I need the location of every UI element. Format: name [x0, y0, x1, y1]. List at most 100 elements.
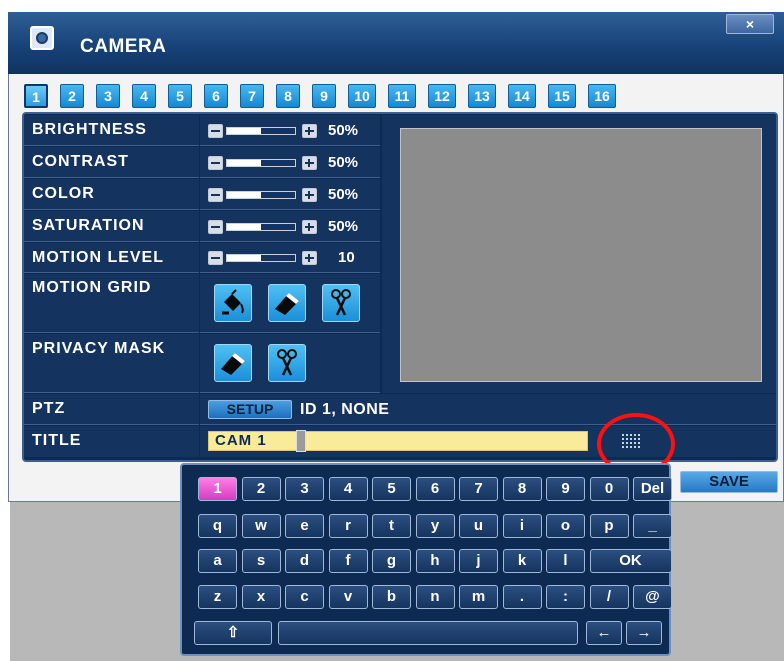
key-underscore[interactable]: _	[633, 514, 672, 538]
brightness-label: BRIGHTNESS	[24, 115, 199, 146]
saturation-increase-button[interactable]	[302, 220, 317, 234]
key-w[interactable]: w	[241, 514, 281, 538]
tab-channel-15[interactable]: 15	[548, 84, 576, 108]
ok-key[interactable]: OK	[589, 549, 672, 573]
key-at[interactable]: @	[633, 585, 672, 609]
key-b[interactable]: b	[372, 585, 411, 609]
text-cursor	[296, 430, 306, 452]
key-t[interactable]: t	[372, 514, 411, 538]
eraser-icon[interactable]	[214, 344, 252, 382]
key-0[interactable]: 0	[589, 477, 629, 501]
motion-level-increase-button[interactable]	[302, 251, 317, 265]
tab-channel-7[interactable]: 7	[240, 84, 264, 108]
key-x[interactable]: x	[241, 585, 281, 609]
key-period[interactable]: .	[502, 585, 542, 609]
tab-channel-6[interactable]: 6	[204, 84, 228, 108]
key-3[interactable]: 3	[285, 477, 324, 501]
key-4[interactable]: 4	[328, 477, 368, 501]
contrast-slider[interactable]	[226, 159, 296, 167]
key-z[interactable]: z	[198, 585, 237, 609]
key-7[interactable]: 7	[459, 477, 498, 501]
key-m[interactable]: m	[459, 585, 498, 609]
virtual-keyboard: 1 2 3 4 5 6 7 8 9 0 Del q w e r t y u i o p _a s d f g h j k l OK z x c v b…	[180, 463, 672, 656]
tab-channel-14[interactable]: 14	[508, 84, 536, 108]
color-control: 50%	[200, 179, 380, 210]
tab-channel-8[interactable]: 8	[276, 84, 300, 108]
close-button[interactable]: ×	[726, 14, 774, 34]
eraser-icon[interactable]	[268, 284, 306, 322]
paint-bucket-icon[interactable]	[214, 284, 252, 322]
tab-channel-5[interactable]: 5	[168, 84, 192, 108]
tab-channel-3[interactable]: 3	[96, 84, 120, 108]
camera-icon	[30, 26, 54, 50]
tab-channel-1[interactable]: 1	[24, 84, 48, 108]
key-u[interactable]: u	[459, 514, 498, 538]
key-5[interactable]: 5	[372, 477, 411, 501]
color-decrease-button[interactable]	[208, 188, 223, 202]
ptz-label: PTZ	[24, 394, 199, 425]
saturation-slider[interactable]	[226, 223, 296, 231]
key-q[interactable]: q	[198, 514, 237, 538]
key-2[interactable]: 2	[241, 477, 281, 501]
left-arrow-key[interactable]: ←	[586, 621, 622, 645]
title-input[interactable]: CAM 1	[208, 431, 588, 451]
tab-channel-11[interactable]: 11	[388, 84, 416, 108]
privacy-mask-tools	[200, 334, 380, 393]
key-f[interactable]: f	[328, 549, 368, 573]
key-v[interactable]: v	[328, 585, 368, 609]
key-d[interactable]: d	[285, 549, 324, 573]
key-h[interactable]: h	[415, 549, 455, 573]
contrast-increase-button[interactable]	[302, 156, 317, 170]
key-e[interactable]: e	[285, 514, 324, 538]
tab-channel-12[interactable]: 12	[428, 84, 456, 108]
scissors-icon[interactable]	[268, 344, 306, 382]
key-1[interactable]: 1	[198, 477, 237, 501]
motion-level-value: 10	[338, 249, 355, 266]
brightness-decrease-button[interactable]	[208, 124, 223, 138]
motion-level-control: 10	[200, 243, 380, 273]
right-arrow-key[interactable]: →	[626, 621, 662, 645]
color-increase-button[interactable]	[302, 188, 317, 202]
key-colon[interactable]: :	[546, 585, 585, 609]
key-r[interactable]: r	[328, 514, 368, 538]
key-n[interactable]: n	[415, 585, 455, 609]
shift-key[interactable]: ⇧	[194, 621, 272, 645]
key-i[interactable]: i	[502, 514, 542, 538]
brightness-increase-button[interactable]	[302, 124, 317, 138]
key-y[interactable]: y	[415, 514, 455, 538]
scissors-icon[interactable]	[322, 284, 360, 322]
space-key[interactable]	[278, 621, 578, 645]
contrast-decrease-button[interactable]	[208, 156, 223, 170]
brightness-slider[interactable]	[226, 127, 296, 135]
tab-channel-2[interactable]: 2	[60, 84, 84, 108]
tab-channel-16[interactable]: 16	[588, 84, 616, 108]
tab-channel-9[interactable]: 9	[312, 84, 336, 108]
key-8[interactable]: 8	[502, 477, 542, 501]
saturation-label: SATURATION	[24, 211, 199, 242]
key-j[interactable]: j	[459, 549, 498, 573]
key-9[interactable]: 9	[546, 477, 585, 501]
motion-level-slider[interactable]	[226, 254, 296, 262]
motion-level-decrease-button[interactable]	[208, 251, 223, 265]
tab-channel-4[interactable]: 4	[132, 84, 156, 108]
key-g[interactable]: g	[372, 549, 411, 573]
key-p[interactable]: p	[589, 514, 629, 538]
key-a[interactable]: a	[198, 549, 237, 573]
key-6[interactable]: 6	[415, 477, 455, 501]
saturation-decrease-button[interactable]	[208, 220, 223, 234]
key-k[interactable]: k	[502, 549, 542, 573]
window-title: CAMERA	[80, 36, 167, 57]
ptz-setup-button[interactable]: SETUP	[208, 400, 292, 419]
brightness-control: 50%	[200, 115, 380, 146]
tab-channel-10[interactable]: 10	[348, 84, 376, 108]
key-c[interactable]: c	[285, 585, 324, 609]
tab-channel-13[interactable]: 13	[468, 84, 496, 108]
delete-key[interactable]: Del	[633, 477, 672, 501]
color-slider[interactable]	[226, 191, 296, 199]
camera-preview[interactable]	[400, 128, 762, 382]
key-o[interactable]: o	[546, 514, 585, 538]
key-l[interactable]: l	[546, 549, 585, 573]
key-slash[interactable]: /	[589, 585, 629, 609]
key-s[interactable]: s	[241, 549, 281, 573]
save-button[interactable]: SAVE	[680, 471, 778, 493]
